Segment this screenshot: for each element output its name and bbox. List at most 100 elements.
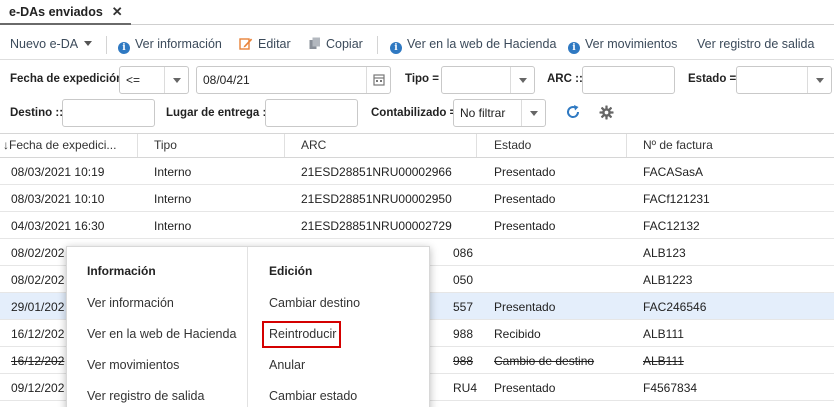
editar-label: Editar <box>258 37 291 51</box>
cell-fecha: 29/01/202 <box>11 300 65 314</box>
toolbar-divider <box>106 36 107 54</box>
nuevo-eda-label: Nuevo e-DA <box>10 37 79 51</box>
menu-item-ver-informacion[interactable]: Ver información <box>87 296 174 310</box>
table-row[interactable]: 08/03/2021 10:19 Interno 21ESD28851NRU00… <box>0 158 834 185</box>
contabilizado-value: No filtrar <box>460 106 506 120</box>
context-section-informacion: Información <box>87 264 156 278</box>
chevron-down-icon <box>807 67 831 93</box>
cell-estado: Presentado <box>494 381 556 395</box>
edit-icon <box>239 37 253 53</box>
table-row[interactable]: 04/03/2021 16:30 Interno 21ESD28851NRU00… <box>0 212 834 239</box>
copiar-label: Copiar <box>326 37 363 51</box>
context-section-edicion: Edición <box>269 264 313 278</box>
copiar-button[interactable]: Copiar <box>309 37 363 53</box>
column-header-tipo[interactable]: Tipo <box>146 134 285 157</box>
ver-informacion-button[interactable]: i Ver información <box>118 37 222 54</box>
fecha-input[interactable]: 08/04/21 <box>196 66 391 94</box>
menu-item-cambiar-estado[interactable]: Cambiar estado <box>269 389 357 403</box>
info-icon: i <box>390 42 402 54</box>
menu-item-anular[interactable]: Anular <box>269 358 305 372</box>
contabilizado-select[interactable]: No filtrar <box>453 99 546 127</box>
contabilizado-label: Contabilizado = <box>371 107 457 119</box>
cell-estado: Presentado <box>494 165 556 179</box>
fecha-operator-select[interactable]: <= <box>119 66 189 94</box>
tab-edas-enviados[interactable]: e-DAs enviados ✕ <box>0 0 131 25</box>
info-icon: i <box>568 42 580 54</box>
cell-tipo: Interno <box>154 165 192 179</box>
menu-item-ver-registro-salida[interactable]: Ver registro de salida <box>87 389 204 403</box>
cell-arc: 557 <box>453 300 474 314</box>
cell-arc: 050 <box>453 273 474 287</box>
context-menu: Información Ver información Ver en la we… <box>66 246 430 407</box>
info-icon: i <box>118 42 130 54</box>
menu-item-ver-movimientos[interactable]: Ver movimientos <box>87 358 179 372</box>
nuevo-eda-button[interactable]: Nuevo e-DA <box>10 37 93 51</box>
cell-factura: FACASasA <box>643 165 704 179</box>
cell-arc: 21ESD28851NRU00002966 <box>301 165 452 179</box>
refresh-icon[interactable] <box>565 104 581 123</box>
cell-fecha: 09/12/202 <box>11 381 65 395</box>
destino-input[interactable] <box>62 99 155 127</box>
cell-tipo: Interno <box>154 192 192 206</box>
arc-input[interactable] <box>582 66 675 94</box>
cell-estado: Presentado <box>494 219 556 233</box>
ver-registro-salida-button[interactable]: Ver registro de salida <box>697 37 814 51</box>
ver-informacion-label: Ver información <box>135 37 222 51</box>
cell-factura: FAC12132 <box>643 219 700 233</box>
table-row[interactable]: 08/03/2021 10:10 Interno 21ESD28851NRU00… <box>0 185 834 212</box>
toolbar-divider <box>377 36 378 54</box>
cell-fecha: 08/03/2021 10:19 <box>11 165 105 179</box>
cell-tipo: Interno <box>154 219 192 233</box>
highlight-box <box>262 321 341 348</box>
cell-estado: Presentado <box>494 300 556 314</box>
chevron-down-icon <box>84 41 93 46</box>
column-header-factura[interactable]: Nº de factura <box>635 134 834 157</box>
tipo-select[interactable] <box>441 66 535 94</box>
cell-arc: RU4 <box>453 381 478 395</box>
cell-fecha: 04/03/2021 16:30 <box>11 219 105 233</box>
calendar-icon[interactable] <box>366 67 390 93</box>
cell-estado: Cambio de destino <box>494 354 595 368</box>
cell-factura: FAC246546 <box>643 300 707 314</box>
grid-header: ↓Fecha de expedici... Tipo ARC Estado Nº… <box>0 133 834 158</box>
ver-movimientos-label: Ver movimientos <box>585 37 678 51</box>
settings-gear-icon[interactable] <box>599 105 614 123</box>
ver-registro-salida-label: Ver registro de salida <box>697 37 815 51</box>
close-icon[interactable]: ✕ <box>112 4 123 19</box>
fecha-operator-value: <= <box>126 73 141 87</box>
copy-icon <box>309 37 321 53</box>
ver-web-hacienda-button[interactable]: i Ver en la web de Hacienda <box>390 37 556 54</box>
chevron-down-icon <box>164 67 188 93</box>
menu-item-ver-web-hacienda[interactable]: Ver en la web de Hacienda <box>87 327 236 341</box>
column-header-fecha[interactable]: ↓Fecha de expedici... <box>0 134 138 157</box>
editar-button[interactable]: Editar <box>239 37 291 53</box>
cell-arc: 086 <box>453 246 474 260</box>
column-header-estado[interactable]: Estado <box>486 134 627 157</box>
tab-label: e-DAs enviados <box>9 5 103 19</box>
cell-arc: 988 <box>453 327 474 341</box>
cell-factura: ALB111 <box>643 354 684 368</box>
cell-factura: FACf121231 <box>643 192 710 206</box>
cell-fecha: 08/02/202 <box>11 273 65 287</box>
cell-estado: Recibido <box>494 327 541 341</box>
toolbar: Nuevo e-DA i Ver información Editar Copia… <box>0 30 834 60</box>
cell-arc: 988 <box>453 354 474 368</box>
ver-web-hacienda-label: Ver en la web de Hacienda <box>407 37 557 51</box>
tab-bar: e-DAs enviados ✕ <box>0 0 834 25</box>
cell-estado: Presentado <box>494 192 556 206</box>
cell-factura: ALB123 <box>643 246 686 260</box>
cell-factura: ALB1223 <box>643 273 693 287</box>
fecha-expedicion-label: Fecha de expedición <box>10 73 124 85</box>
column-header-arc[interactable]: ARC <box>293 134 477 157</box>
cell-arc: 21ESD28851NRU00002950 <box>301 192 452 206</box>
destino-label: Destino :: <box>10 107 64 119</box>
arc-label: ARC :: <box>547 73 583 85</box>
estado-select[interactable] <box>736 66 832 94</box>
ver-movimientos-button[interactable]: i Ver movimientos <box>568 37 677 54</box>
lugar-entrega-input[interactable] <box>265 99 358 127</box>
menu-item-cambiar-destino[interactable]: Cambiar destino <box>269 296 360 310</box>
lugar-entrega-label: Lugar de entrega :: <box>166 107 271 119</box>
tipo-label: Tipo = <box>405 73 439 85</box>
chevron-down-icon <box>510 67 534 93</box>
cell-fecha: 16/12/202 <box>11 354 65 368</box>
